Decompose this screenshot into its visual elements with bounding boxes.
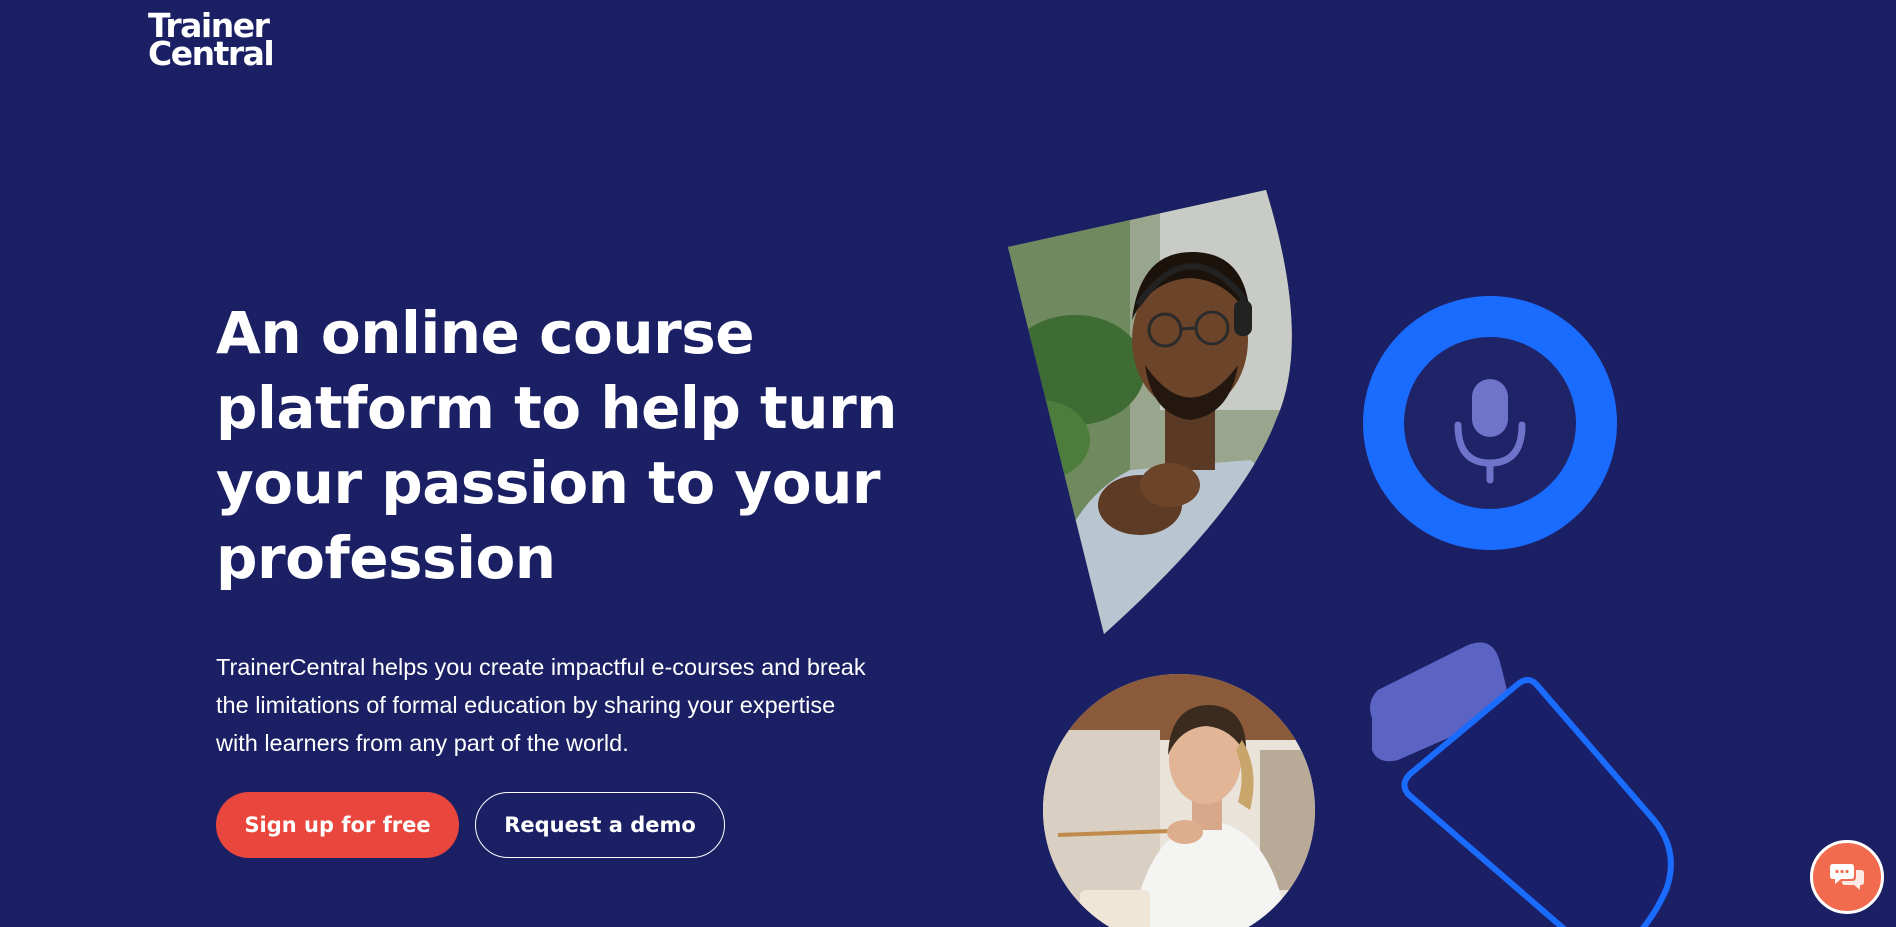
hero-headline: An online course platform to help turn y… [216,299,897,592]
learner-photo [1043,674,1315,927]
chat-button[interactable] [1810,840,1884,914]
sign-up-button[interactable]: Sign up for free [216,792,459,858]
hero-copy: An online course platform to help turn y… [216,296,916,762]
chat-icon [1830,864,1864,890]
hero-description: TrainerCentral helps you create impactfu… [216,654,866,756]
instructor-photo [1008,190,1292,634]
request-demo-button[interactable]: Request a demo [475,792,725,858]
microphone-badge [1363,296,1617,550]
logo-line-2: Central [148,34,275,73]
trainercentral-logo[interactable]: Trainer Central [148,9,298,73]
cta-row: Sign up for free Request a demo [216,792,725,858]
hero-visuals [980,170,1700,927]
